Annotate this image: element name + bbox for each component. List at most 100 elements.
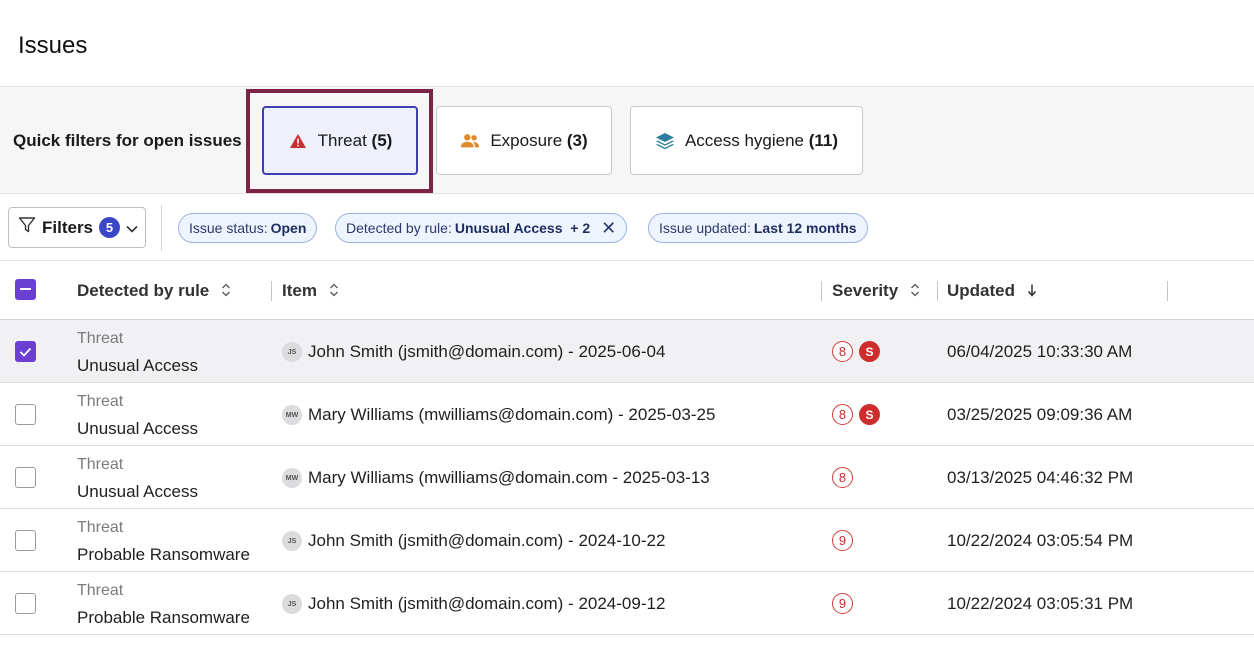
sensitive-badge: S bbox=[859, 341, 880, 362]
filters-count-badge: 5 bbox=[99, 217, 121, 238]
chip-key: Issue updated: bbox=[659, 220, 751, 236]
column-label: Detected by rule bbox=[77, 281, 210, 300]
avatar: JS bbox=[282, 342, 302, 362]
severity-cell: 9 bbox=[832, 530, 853, 551]
avatar: JS bbox=[282, 531, 302, 551]
filter-chip-issue-status[interactable]: Issue status: Open bbox=[178, 213, 318, 243]
row-checkbox[interactable] bbox=[15, 404, 36, 425]
rule-category: Threat bbox=[77, 393, 124, 410]
chip-value: Open bbox=[270, 220, 307, 236]
severity-cell: 8 S bbox=[832, 404, 880, 425]
item-cell[interactable]: MW Mary Williams (mwilliams@domain.com) … bbox=[282, 405, 715, 425]
filter-chip-issue-updated[interactable]: Issue updated: Last 12 months bbox=[648, 213, 868, 243]
updated-cell: 10/22/2024 03:05:31 PM bbox=[947, 594, 1134, 613]
rule-name: Unusual Access bbox=[77, 356, 198, 375]
table-row[interactable]: Threat Unusual Access JS John Smith (jsm… bbox=[0, 320, 1254, 383]
updated-cell: 06/04/2025 10:33:30 AM bbox=[947, 342, 1133, 361]
column-label: Updated bbox=[947, 281, 1015, 300]
item-cell[interactable]: JS John Smith (jsmith@domain.com) - 2024… bbox=[282, 594, 665, 614]
sort-icon[interactable] bbox=[221, 283, 231, 300]
avatar: JS bbox=[282, 594, 302, 614]
column-divider bbox=[821, 281, 822, 301]
funnel-icon bbox=[18, 216, 36, 239]
column-header-rule[interactable]: Detected by rule bbox=[77, 281, 231, 301]
severity-score-badge: 8 bbox=[832, 341, 853, 362]
rule-category: Threat bbox=[77, 519, 124, 536]
avatar: MW bbox=[282, 468, 302, 488]
column-header-severity[interactable]: Severity bbox=[832, 281, 920, 301]
filter-bar: Filters 5 Issue status: Open Detected by… bbox=[0, 195, 1254, 261]
column-label: Severity bbox=[832, 281, 899, 300]
filter-chip-detected-by-rule[interactable]: Detected by rule: Unusual Access + 2 ✕ bbox=[335, 213, 628, 243]
rule-name: Unusual Access bbox=[77, 419, 198, 438]
rule-name: Probable Ransomware bbox=[77, 608, 250, 627]
quick-filters-label: Quick filters for open issues bbox=[13, 131, 242, 150]
item-text: Mary Williams (mwilliams@domain.com) - 2… bbox=[308, 405, 716, 424]
updated-cell: 10/22/2024 03:05:54 PM bbox=[947, 531, 1134, 550]
sort-icon[interactable] bbox=[910, 283, 920, 300]
quick-filter-access-hygiene-button[interactable]: Access hygiene (11) bbox=[630, 106, 863, 175]
item-text: John Smith (jsmith@domain.com) - 2025-06… bbox=[308, 342, 666, 361]
chip-key: Detected by rule: bbox=[346, 220, 452, 236]
updated-cell: 03/25/2025 09:09:36 AM bbox=[947, 405, 1133, 424]
column-divider bbox=[1167, 281, 1168, 301]
page-title: Issues bbox=[18, 32, 88, 59]
severity-cell: 8 bbox=[832, 467, 853, 488]
row-checkbox[interactable] bbox=[15, 530, 36, 551]
table-row[interactable]: Threat Probable Ransomware JS John Smith… bbox=[0, 572, 1254, 635]
severity-cell: 9 bbox=[832, 593, 853, 614]
table-row[interactable]: Threat Unusual Access MW Mary Williams (… bbox=[0, 446, 1254, 509]
item-text: John Smith (jsmith@domain.com) - 2024-09… bbox=[308, 594, 666, 613]
arrow-down-icon[interactable] bbox=[1027, 283, 1037, 300]
item-cell[interactable]: JS John Smith (jsmith@domain.com) - 2025… bbox=[282, 342, 665, 362]
severity-score-badge: 8 bbox=[832, 404, 853, 425]
row-checkbox[interactable] bbox=[15, 341, 36, 362]
rule-category: Threat bbox=[77, 330, 124, 347]
row-checkbox[interactable] bbox=[15, 593, 36, 614]
table-row[interactable]: Threat Probable Ransomware JS John Smith… bbox=[0, 509, 1254, 572]
rule-name: Unusual Access bbox=[77, 482, 198, 501]
severity-score-badge: 8 bbox=[832, 467, 853, 488]
column-divider bbox=[271, 281, 272, 301]
quick-filter-exposure-label: Exposure (3) bbox=[490, 130, 588, 150]
chip-key: Issue status: bbox=[189, 220, 268, 236]
updated-cell: 03/13/2025 04:46:32 PM bbox=[947, 468, 1134, 487]
select-all-checkbox[interactable] bbox=[15, 279, 36, 300]
avatar: MW bbox=[282, 405, 302, 425]
severity-score-badge: 9 bbox=[832, 593, 853, 614]
chevron-down-icon bbox=[126, 218, 138, 238]
warning-triangle-icon bbox=[288, 131, 308, 151]
item-text: John Smith (jsmith@domain.com) - 2024-10… bbox=[308, 531, 666, 550]
quick-filters-bar: Quick filters for open issues Threat (5)… bbox=[0, 86, 1254, 194]
rule-name: Probable Ransomware bbox=[77, 545, 250, 564]
column-header-updated[interactable]: Updated bbox=[947, 281, 1037, 301]
item-text: Mary Williams (mwilliams@domain.com - 20… bbox=[308, 468, 710, 487]
sort-icon[interactable] bbox=[329, 283, 339, 300]
quick-filter-threat-button[interactable]: Threat (5) bbox=[262, 106, 418, 175]
filters-button[interactable]: Filters 5 bbox=[8, 207, 146, 248]
rule-category: Threat bbox=[77, 456, 124, 473]
chip-value: Last 12 months bbox=[753, 220, 857, 236]
quick-filter-threat-label: Threat (5) bbox=[317, 130, 393, 150]
issues-table: Detected by rule Item Severity Updated T… bbox=[0, 262, 1254, 635]
divider bbox=[161, 205, 162, 251]
row-checkbox[interactable] bbox=[15, 467, 36, 488]
table-header: Detected by rule Item Severity Updated bbox=[0, 262, 1254, 320]
rule-category: Threat bbox=[77, 582, 124, 599]
column-divider bbox=[937, 281, 938, 301]
severity-score-badge: 9 bbox=[832, 530, 853, 551]
table-row[interactable]: Threat Unusual Access MW Mary Williams (… bbox=[0, 383, 1254, 446]
item-cell[interactable]: MW Mary Williams (mwilliams@domain.com -… bbox=[282, 468, 710, 488]
quick-filter-exposure-button[interactable]: Exposure (3) bbox=[436, 106, 612, 175]
quick-filter-access-hygiene-label: Access hygiene (11) bbox=[684, 130, 839, 150]
filters-label: Filters bbox=[42, 217, 94, 237]
sensitive-badge: S bbox=[859, 404, 880, 425]
layers-icon bbox=[655, 131, 675, 151]
severity-cell: 8 S bbox=[832, 341, 880, 362]
column-header-item[interactable]: Item bbox=[282, 281, 339, 301]
close-icon[interactable]: ✕ bbox=[601, 219, 616, 237]
chip-value: Unusual Access + 2 bbox=[454, 220, 591, 236]
item-cell[interactable]: JS John Smith (jsmith@domain.com) - 2024… bbox=[282, 531, 665, 551]
users-icon bbox=[460, 131, 480, 151]
column-label: Item bbox=[282, 281, 317, 300]
